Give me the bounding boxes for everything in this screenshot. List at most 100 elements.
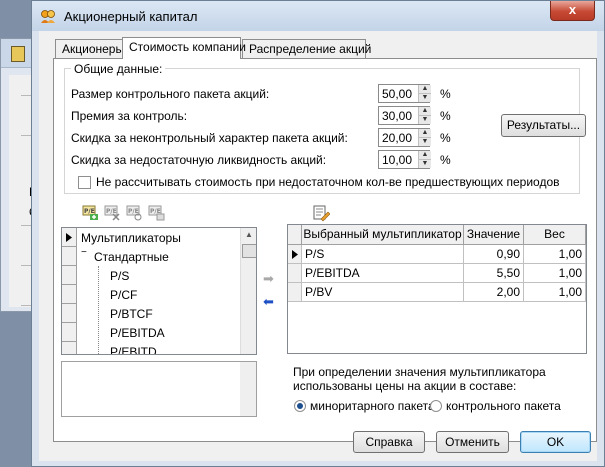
insufficient-periods-checkbox[interactable] — [78, 176, 91, 189]
table-row-weight[interactable]: 1,00 — [524, 264, 586, 283]
tree-item-pebitda[interactable]: P/EBITDA — [110, 326, 165, 340]
liquidity-discount-label: Скидка за недостаточную ликвидность акци… — [71, 153, 327, 167]
tree-collapse-icon[interactable]: − — [81, 247, 87, 258]
tree-root-item[interactable]: Мультипликаторы — [81, 231, 181, 245]
results-button[interactable]: Результаты... — [501, 114, 586, 137]
control-premium-label: Премия за контроль: — [71, 109, 188, 123]
percent-unit: % — [440, 131, 451, 145]
add-to-selection-icon[interactable]: ➡ — [263, 271, 274, 287]
spin-up-icon[interactable]: ▲ — [419, 107, 431, 116]
table-row-value[interactable]: 2,00 — [464, 283, 524, 302]
price-basis-note: использованы цены на акции в составе: — [293, 379, 517, 393]
tree-indicator-cell — [62, 247, 76, 266]
description-memo[interactable] — [61, 361, 257, 417]
table-row-name[interactable]: P/S — [302, 245, 464, 264]
tree-scrollbar[interactable]: ▲ — [240, 228, 256, 354]
remove-from-selection-icon[interactable]: ⬅ — [263, 294, 274, 310]
tree-indicator-cell — [62, 266, 76, 285]
spin-down-icon[interactable]: ▼ — [419, 138, 431, 146]
cancel-button[interactable]: Отменить — [436, 431, 509, 453]
copy-multiplier-icon[interactable]: P/E — [148, 205, 166, 221]
table-row-weight[interactable]: 1,00 — [524, 283, 586, 302]
tab-share-distribution[interactable]: Распределение акций — [242, 39, 371, 58]
button-label: Отменить — [445, 435, 500, 449]
button-label: Результаты... — [506, 118, 581, 132]
close-button[interactable]: x — [550, 1, 595, 21]
tree-indicator-cell — [62, 285, 76, 304]
radio-label: миноритарного пакета — [310, 399, 435, 413]
tree-indicator-cell — [62, 304, 76, 323]
svg-text:P/E: P/E — [106, 208, 117, 215]
checkbox-label: Не рассчитывать стоимость при недостаточ… — [96, 175, 560, 189]
spin-down-icon[interactable]: ▼ — [419, 116, 431, 124]
edit-multiplier-icon[interactable]: P/E — [126, 205, 144, 221]
tab-label: Акционеры — [62, 42, 125, 56]
price-basis-note: При определении значения мультипликатора — [293, 365, 546, 379]
spinner-value: 10,00 — [382, 153, 413, 167]
window-title: Акционерный капитал — [64, 9, 198, 24]
edit-selection-icon[interactable] — [312, 204, 331, 222]
column-header-weight[interactable]: Вес — [524, 225, 586, 245]
tree-item-ps[interactable]: P/S — [110, 269, 129, 283]
spin-up-icon[interactable]: ▲ — [419, 85, 431, 94]
tree-item-pbtcf[interactable]: P/BTCF — [110, 307, 153, 321]
control-block-radio[interactable] — [430, 400, 442, 412]
tree-folder-standard[interactable]: Стандартные — [94, 250, 169, 264]
tree-indicator-cell — [62, 228, 76, 247]
column-header-value[interactable]: Значение — [464, 225, 524, 245]
liquidity-discount-spinner[interactable]: 10,00 ▲ ▼ — [378, 150, 431, 169]
multiplier-tree[interactable]: Мультипликаторы − Стандартные P/S P/CF P… — [61, 227, 257, 355]
delete-multiplier-icon[interactable]: P/E — [104, 205, 122, 221]
tab-company-value[interactable]: Стоимость компании — [122, 37, 246, 59]
row-pointer-icon — [292, 250, 298, 259]
column-header-multiplier[interactable]: Выбранный мультипликатор — [302, 225, 464, 245]
shareholder-capital-dialog: Акционерный капитал x Акционеры Стоимост… — [31, 0, 605, 467]
spinner-value: 50,00 — [382, 87, 413, 101]
selected-multipliers-grid[interactable]: Выбранный мультипликатор Значение Вес P/… — [287, 224, 587, 354]
radio-label: контрольного пакета — [446, 399, 561, 413]
table-row-name[interactable]: P/EBITDA — [302, 264, 464, 283]
grid-corner — [288, 225, 302, 245]
app-icon — [41, 10, 55, 23]
row-indicator — [288, 283, 302, 302]
table-row-name[interactable]: P/BV — [302, 283, 464, 302]
percent-unit: % — [440, 109, 451, 123]
spin-up-icon[interactable]: ▲ — [419, 151, 431, 160]
help-button[interactable]: Справка — [353, 431, 425, 453]
spinner-value: 30,00 — [382, 109, 413, 123]
spin-down-icon[interactable]: ▼ — [419, 160, 431, 168]
tree-indicator-cell — [62, 323, 76, 342]
tree-connector — [98, 266, 99, 354]
tab-label: Стоимость компании — [129, 40, 246, 54]
tree-indicator-cell — [62, 342, 76, 354]
spinner-value: 20,00 — [382, 131, 413, 145]
minority-discount-label: Скидка за неконтрольный характер пакета … — [71, 131, 348, 145]
ok-button[interactable]: OK — [520, 431, 591, 453]
table-row-value[interactable]: 0,90 — [464, 245, 524, 264]
button-label: Справка — [365, 435, 413, 449]
close-icon: x — [568, 2, 577, 17]
tab-label: Распределение акций — [249, 42, 372, 56]
add-multiplier-icon[interactable]: P/E — [82, 205, 100, 221]
memo-scrollbar[interactable] — [240, 362, 256, 416]
notebook-icon — [11, 46, 25, 62]
spin-up-icon[interactable]: ▲ — [419, 129, 431, 138]
scroll-up-icon[interactable]: ▲ — [241, 228, 256, 242]
scroll-thumb[interactable] — [242, 244, 256, 258]
control-block-size-label: Размер контрольного пакета акций: — [71, 87, 270, 101]
control-premium-spinner[interactable]: 30,00 ▲ ▼ — [378, 106, 431, 125]
spin-down-icon[interactable]: ▼ — [419, 94, 431, 102]
button-label: OK — [546, 435, 565, 449]
minority-block-radio[interactable] — [294, 400, 306, 412]
tree-item-pcf[interactable]: P/CF — [110, 288, 137, 302]
dialog-client-area: Акционеры Стоимость компании Распределен… — [39, 31, 597, 461]
row-indicator — [288, 264, 302, 283]
control-block-size-spinner[interactable]: 50,00 ▲ ▼ — [378, 84, 431, 103]
svg-text:P/E: P/E — [84, 208, 95, 215]
title-bar[interactable]: Акционерный капитал x — [32, 1, 604, 31]
table-row-value[interactable]: 5,50 — [464, 264, 524, 283]
tab-shareholders[interactable]: Акционеры — [55, 39, 129, 58]
minority-discount-spinner[interactable]: 20,00 ▲ ▼ — [378, 128, 431, 147]
table-row-weight[interactable]: 1,00 — [524, 245, 586, 264]
tree-item-pebitd[interactable]: P/EBITD — [110, 345, 157, 354]
